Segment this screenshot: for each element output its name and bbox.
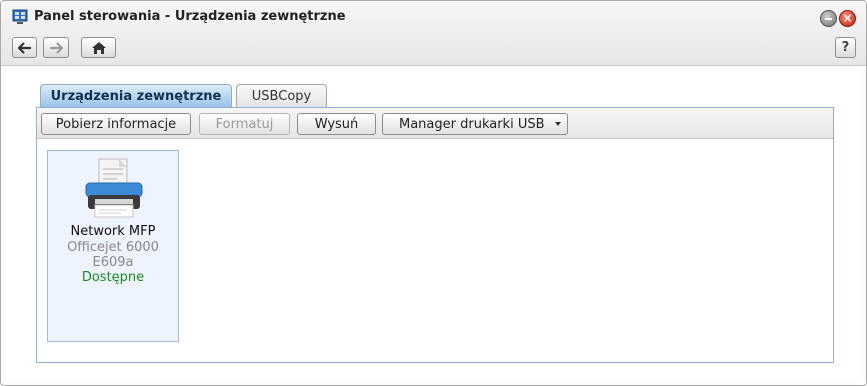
tab-external-devices[interactable]: Urządzenia zewnętrzne: [40, 84, 232, 107]
device-name: Network MFP: [70, 224, 156, 239]
printer-icon: [85, 158, 143, 218]
device-model: Officejet 6000 E609a: [67, 240, 159, 270]
title-bar: Panel sterowania - Urządzenia zewnętrzne…: [1, 1, 866, 66]
device-status: Dostępne: [81, 270, 145, 285]
control-panel-icon: [12, 9, 28, 24]
caret-down-icon: [555, 122, 561, 126]
home-icon: [91, 41, 106, 54]
close-icon[interactable]: ×: [839, 10, 856, 27]
help-button[interactable]: ?: [835, 37, 856, 58]
forward-button[interactable]: [43, 37, 69, 58]
control-panel-window: Panel sterowania - Urządzenia zewnętrzne…: [0, 0, 867, 386]
format-button[interactable]: Formatuj: [199, 113, 290, 135]
back-button[interactable]: [12, 37, 37, 58]
main-content: Urządzenia zewnętrzne USBCopy Pobierz in…: [7, 67, 860, 381]
tab-panel: Pobierz informacje Formatuj Wysuń Manage…: [36, 107, 834, 363]
home-button[interactable]: [81, 37, 116, 58]
device-tile[interactable]: Network MFP Officejet 6000 E609a Dostępn…: [47, 150, 179, 342]
usb-printer-manager-label: Manager drukarki USB: [399, 116, 545, 132]
action-toolbar: Pobierz informacje Formatuj Wysuń Manage…: [37, 108, 833, 139]
arrow-right-icon: [50, 41, 63, 54]
window-title: Panel sterowania - Urządzenia zewnętrzne: [34, 9, 346, 24]
eject-button[interactable]: Wysuń: [297, 113, 376, 135]
minimize-icon[interactable]: [820, 10, 837, 27]
usb-printer-manager-dropdown[interactable]: Manager drukarki USB: [382, 113, 568, 135]
tab-usbcopy[interactable]: USBCopy: [236, 84, 327, 107]
get-info-button[interactable]: Pobierz informacje: [41, 113, 191, 135]
arrow-left-icon: [17, 41, 31, 54]
